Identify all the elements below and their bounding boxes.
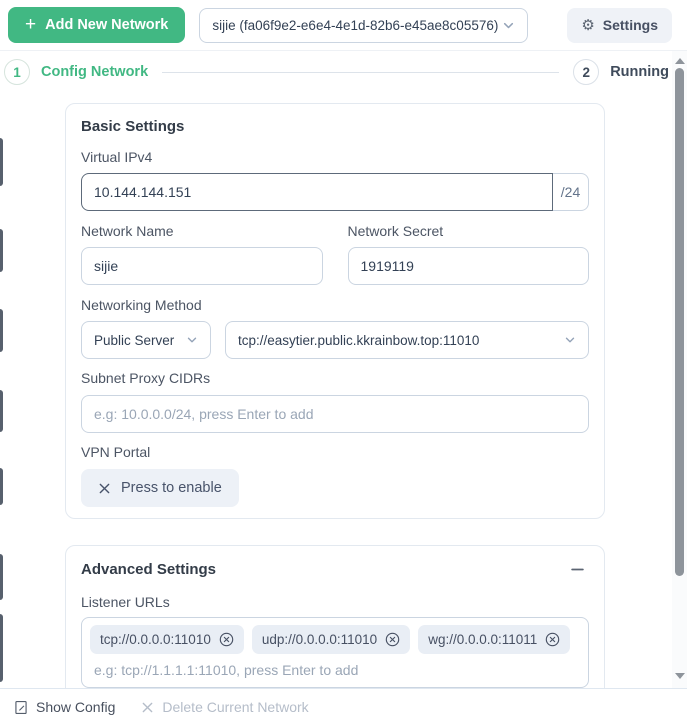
adjacent-slide-edge [0, 138, 3, 186]
advanced-settings-title: Advanced Settings [81, 561, 217, 578]
settings-label: Settings [602, 17, 658, 33]
network-name-field-group: Network Name [81, 223, 323, 285]
networking-method-row: Public Server tcp://easytier.public.kkra… [81, 321, 589, 359]
adjacent-slide-edge [0, 390, 3, 432]
step1-label: Config Network [41, 64, 149, 80]
virtual-ipv4-prefix-addon: /24 [553, 173, 589, 211]
listener-url-chip: udp://0.0.0.0:11010 [251, 625, 411, 654]
network-name-input[interactable] [81, 247, 323, 285]
wizard-stepper: 1 Config Network 2 Running [4, 58, 669, 86]
chip-remove-icon[interactable] [545, 632, 560, 647]
listener-urls-label: Listener URLs [81, 594, 170, 610]
listener-chips: tcp://0.0.0.0:11010 udp://0.0.0.0:11010 wg… [90, 625, 580, 654]
chip-remove-icon[interactable] [385, 632, 400, 647]
virtual-ipv4-label: Virtual IPv4 [81, 149, 153, 165]
network-name-label: Network Name [81, 223, 174, 239]
virtual-ipv4-input[interactable] [81, 173, 553, 211]
footer-toolbar: Show Config Delete Current Network [0, 688, 687, 725]
file-edit-icon [15, 700, 27, 714]
top-toolbar: + Add New Network sijie (fa06f9e2-e6e4-4… [0, 0, 687, 51]
step-running[interactable]: 2 Running [573, 59, 669, 85]
listener-url-chip-label: wg://0.0.0.0:11011 [428, 632, 538, 647]
adjacent-slide-edge [0, 309, 3, 352]
scroll-down-arrow[interactable] [674, 673, 685, 679]
delete-current-network-button[interactable]: Delete Current Network [141, 699, 309, 715]
chip-remove-icon[interactable] [219, 632, 234, 647]
step-config-network[interactable]: 1 Config Network [4, 59, 148, 85]
step2-label: Running [610, 64, 669, 80]
step2-circle: 2 [573, 59, 600, 85]
listener-urls-chips-input[interactable]: tcp://0.0.0.0:11010 udp://0.0.0.0:11010 wg… [81, 617, 589, 688]
virtual-ipv4-group: /24 [81, 173, 589, 211]
vpn-portal-label: VPN Portal [81, 444, 151, 460]
current-network-select[interactable]: sijie (fa06f9e2-e6e4-4e1d-82b6-e45ae8c05… [199, 7, 529, 43]
name-secret-row: Network Name Network Secret [81, 223, 589, 285]
step1-circle: 1 [4, 59, 30, 85]
subnet-proxy-label: Subnet Proxy CIDRs [81, 370, 211, 386]
listener-url-chip: wg://0.0.0.0:11011 [418, 625, 571, 654]
listener-url-chip-label: udp://0.0.0.0:11010 [261, 632, 378, 647]
x-icon [143, 702, 153, 712]
adjacent-slide-edge [0, 614, 3, 682]
show-config-button[interactable]: Show Config [14, 699, 115, 715]
add-new-network-button[interactable]: + Add New Network [8, 7, 186, 43]
listener-url-chip-label: tcp://0.0.0.0:11010 [100, 632, 211, 647]
chevron-down-icon [502, 19, 515, 32]
adjacent-slide-edge [0, 554, 3, 600]
network-secret-label: Network Secret [347, 223, 444, 239]
gear-icon: ⚙ [581, 17, 595, 34]
chevron-down-icon [186, 334, 198, 346]
stepper-connector-line [162, 71, 560, 73]
plus-icon: + [25, 13, 37, 35]
subnet-proxy-input[interactable] [81, 395, 589, 433]
add-new-network-label: Add New Network [45, 17, 169, 33]
scrollbar-thumb[interactable] [675, 68, 684, 576]
adjacent-slide-edge [0, 229, 3, 272]
listener-url-chip: tcp://0.0.0.0:11010 [90, 625, 244, 654]
networking-method-value: Public Server [94, 332, 175, 348]
listener-urls-placeholder: e.g: tcp://1.1.1.1:11010, press Enter to… [94, 662, 359, 678]
network-secret-input[interactable] [347, 247, 589, 285]
advanced-settings-header: Advanced Settings [81, 560, 589, 579]
basic-settings-card: Basic Settings Virtual IPv4 /24 Network … [65, 103, 605, 519]
adjacent-slide-edge [0, 468, 3, 505]
delete-current-network-label: Delete Current Network [162, 699, 309, 715]
settings-button[interactable]: ⚙ Settings [567, 7, 672, 43]
basic-settings-title: Basic Settings [81, 118, 185, 135]
current-network-value: sijie (fa06f9e2-e6e4-4e1d-82b6-e45ae8c05… [212, 17, 499, 33]
vertical-scrollbar[interactable] [672, 51, 687, 688]
networking-method-label: Networking Method [81, 297, 202, 313]
scroll-up-arrow[interactable] [674, 58, 685, 64]
chevron-down-icon [564, 334, 576, 346]
network-secret-field-group: Network Secret [347, 223, 589, 285]
networking-method-select[interactable]: Public Server [81, 321, 211, 359]
vpn-portal-enable-button[interactable]: Press to enable [81, 469, 239, 507]
vpn-portal-enable-label: Press to enable [121, 480, 222, 496]
public-server-url-select[interactable]: tcp://easytier.public.kkrainbow.top:1101… [225, 321, 589, 359]
show-config-label: Show Config [36, 699, 116, 715]
x-icon [98, 482, 111, 495]
easytier-network-config-window: + Add New Network sijie (fa06f9e2-e6e4-4… [0, 0, 687, 725]
collapse-minus-icon[interactable] [568, 560, 587, 579]
public-server-url-value: tcp://easytier.public.kkrainbow.top:1101… [238, 332, 480, 348]
